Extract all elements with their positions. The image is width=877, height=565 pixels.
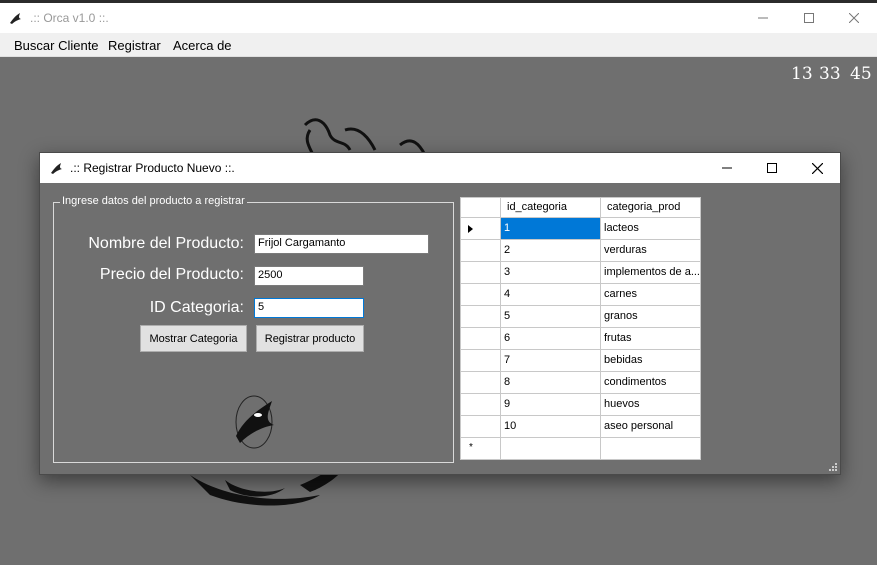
- row-header[interactable]: [461, 372, 501, 394]
- table-row[interactable]: 6 frutas: [461, 328, 701, 350]
- cell-id-categoria[interactable]: 1: [501, 218, 601, 240]
- minimize-button[interactable]: [740, 3, 786, 33]
- orca-logo: [235, 395, 274, 449]
- dialog-close-button[interactable]: [794, 153, 840, 183]
- close-button[interactable]: [831, 3, 877, 33]
- category-id-input[interactable]: 5: [254, 298, 364, 318]
- minimize-icon: [758, 17, 768, 19]
- cell-id-categoria[interactable]: 7: [501, 350, 601, 372]
- row-header[interactable]: [461, 240, 501, 262]
- new-row-cell[interactable]: [601, 438, 701, 460]
- maximize-button[interactable]: [786, 3, 832, 33]
- menu-registrar[interactable]: Registrar: [108, 38, 161, 53]
- cell-categoria-prod[interactable]: aseo personal: [601, 416, 701, 438]
- table-row[interactable]: 2 verduras: [461, 240, 701, 262]
- table-row[interactable]: 4 carnes: [461, 284, 701, 306]
- cell-id-categoria[interactable]: 5: [501, 306, 601, 328]
- product-price-label: Precio del Producto:: [99, 266, 244, 283]
- dialog-maximize-button[interactable]: [749, 153, 795, 183]
- cell-categoria-prod[interactable]: huevos: [601, 394, 701, 416]
- dialog-title-bar: .:: Registrar Producto Nuevo ::.: [40, 153, 840, 183]
- menu-acerca-de[interactable]: Acerca de: [173, 38, 232, 53]
- orca-icon: [51, 163, 62, 174]
- table-row[interactable]: 7 bebidas: [461, 350, 701, 372]
- row-header[interactable]: [461, 416, 501, 438]
- row-header[interactable]: [461, 350, 501, 372]
- row-header[interactable]: *: [461, 438, 501, 460]
- cell-categoria-prod[interactable]: lacteos: [601, 218, 701, 240]
- table-row[interactable]: 8 condimentos: [461, 372, 701, 394]
- new-row-cell[interactable]: [501, 438, 601, 460]
- maximize-icon: [767, 163, 777, 173]
- show-category-button[interactable]: Mostrar Categoria: [140, 325, 247, 352]
- cell-id-categoria[interactable]: 8: [501, 372, 601, 394]
- window-title: .:: Orca v1.0 ::.: [30, 11, 109, 25]
- row-header[interactable]: [461, 218, 501, 240]
- row-header[interactable]: [461, 262, 501, 284]
- grid-header-row: id_categoria categoria_prod: [461, 198, 701, 220]
- cell-categoria-prod[interactable]: carnes: [601, 284, 701, 306]
- table-row[interactable]: 3 implementos de a...: [461, 262, 701, 284]
- resize-grip-icon[interactable]: [829, 463, 837, 471]
- product-name-label: Nombre del Producto:: [88, 235, 244, 252]
- menu-bar: Buscar Cliente Registrar Acerca de: [0, 33, 877, 57]
- cell-categoria-prod[interactable]: granos: [601, 306, 701, 328]
- product-price-input[interactable]: 2500: [254, 266, 364, 286]
- register-product-button[interactable]: Registrar producto: [256, 325, 364, 352]
- cell-id-categoria[interactable]: 6: [501, 328, 601, 350]
- groupbox-title: Ingrese datos del producto a registrar: [60, 195, 247, 207]
- table-row[interactable]: 1 lacteos: [461, 218, 701, 240]
- cell-categoria-prod[interactable]: frutas: [601, 328, 701, 350]
- cell-id-categoria[interactable]: 10: [501, 416, 601, 438]
- dialog-minimize-button[interactable]: [704, 153, 750, 183]
- dialog-title: .:: Registrar Producto Nuevo ::.: [70, 161, 235, 175]
- row-header[interactable]: [461, 394, 501, 416]
- close-icon: [849, 13, 859, 23]
- cell-categoria-prod[interactable]: implementos de a...: [601, 262, 701, 284]
- cell-id-categoria[interactable]: 3: [501, 262, 601, 284]
- clock-hours: 13: [791, 64, 813, 84]
- column-header-categoria-prod[interactable]: categoria_prod: [601, 198, 701, 218]
- orca-icon: [10, 13, 21, 24]
- close-icon: [811, 162, 823, 174]
- maximize-icon: [804, 13, 814, 23]
- cell-id-categoria[interactable]: 9: [501, 394, 601, 416]
- new-row-marker: *: [469, 442, 473, 453]
- table-row[interactable]: 10 aseo personal: [461, 416, 701, 438]
- row-header[interactable]: [461, 306, 501, 328]
- cell-id-categoria[interactable]: 4: [501, 284, 601, 306]
- new-row[interactable]: *: [461, 438, 701, 460]
- row-header[interactable]: [461, 284, 501, 306]
- table-row[interactable]: 9 huevos: [461, 394, 701, 416]
- clock-minutes: 33: [819, 64, 841, 84]
- column-header-id-categoria[interactable]: id_categoria: [501, 198, 601, 218]
- cell-id-categoria[interactable]: 2: [501, 240, 601, 262]
- category-datagrid[interactable]: id_categoria categoria_prod 1 lacteos 2 ver…: [460, 197, 701, 460]
- cell-categoria-prod[interactable]: condimentos: [601, 372, 701, 394]
- cell-categoria-prod[interactable]: verduras: [601, 240, 701, 262]
- category-id-label: ID Categoria:: [149, 299, 244, 316]
- product-name-input[interactable]: Frijol Cargamanto: [254, 234, 429, 254]
- row-header[interactable]: [461, 328, 501, 350]
- clock-seconds: 45: [850, 64, 872, 84]
- main-title-bar: .:: Orca v1.0 ::.: [0, 3, 877, 33]
- table-row[interactable]: 5 granos: [461, 306, 701, 328]
- menu-buscar-cliente[interactable]: Buscar Cliente: [14, 38, 99, 53]
- minimize-icon: [722, 167, 732, 169]
- register-product-dialog: .:: Registrar Producto Nuevo ::. Ingrese…: [39, 152, 841, 475]
- current-row-arrow-icon: [468, 225, 473, 233]
- grid-corner-header: [461, 198, 501, 218]
- cell-categoria-prod[interactable]: bebidas: [601, 350, 701, 372]
